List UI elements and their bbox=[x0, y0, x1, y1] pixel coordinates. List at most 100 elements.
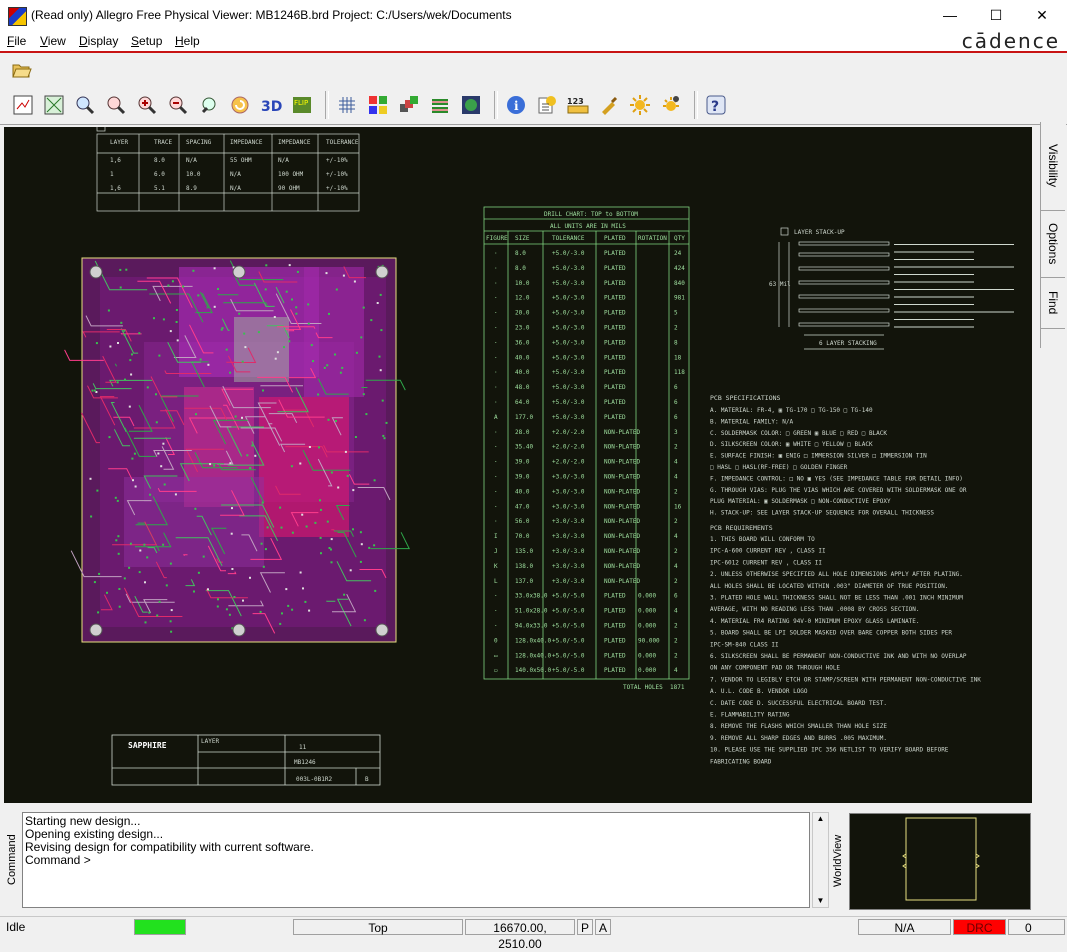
board-pad bbox=[340, 372, 342, 374]
drc-indicator[interactable]: DRC bbox=[953, 919, 1006, 935]
board-pad bbox=[197, 294, 199, 296]
drill-cell: +2.0/-2.0 bbox=[552, 444, 585, 451]
board-pad bbox=[343, 594, 345, 596]
tab-options[interactable]: Options bbox=[1041, 211, 1065, 278]
tab-find[interactable]: Find bbox=[1041, 278, 1065, 329]
stack-icon[interactable] bbox=[427, 92, 453, 118]
board-pad bbox=[170, 330, 172, 332]
board-pad bbox=[120, 322, 122, 324]
properties-icon[interactable] bbox=[534, 92, 560, 118]
scroll-down-icon[interactable]: ▼ bbox=[813, 895, 828, 907]
3d-view-icon[interactable]: 3D bbox=[258, 92, 284, 118]
board-pad bbox=[130, 374, 132, 376]
refresh-icon[interactable] bbox=[227, 92, 253, 118]
zoom-window-icon[interactable] bbox=[72, 92, 98, 118]
open-icon[interactable] bbox=[9, 57, 35, 83]
board-pad bbox=[246, 454, 248, 456]
board-pad bbox=[380, 329, 382, 331]
board-pad bbox=[331, 472, 333, 474]
command-pane: Command Starting new design... Opening e… bbox=[4, 811, 830, 910]
absolute-button[interactable]: A bbox=[595, 919, 611, 935]
board-pad bbox=[96, 342, 98, 344]
help-icon[interactable]: ? bbox=[703, 92, 729, 118]
board-pad bbox=[138, 332, 140, 334]
worldview-viewport[interactable] bbox=[906, 818, 976, 900]
board-pad bbox=[335, 420, 337, 422]
close-button[interactable]: ✕ bbox=[1019, 0, 1065, 31]
cadence-logo: cādence bbox=[962, 29, 1060, 53]
pick-button[interactable]: P bbox=[577, 919, 593, 935]
drill-cell: 2 bbox=[674, 488, 678, 495]
side-panel-tabs: Visibility Options Find bbox=[1040, 122, 1066, 348]
pcb-board[interactable] bbox=[65, 258, 410, 642]
pcb-spec-line: B. MATERIAL FAMILY: N/A bbox=[710, 418, 793, 425]
zoom-fit-icon[interactable] bbox=[10, 92, 36, 118]
pcb-requirement-line: IPC-SM-840 CLASS II bbox=[710, 641, 779, 648]
drill-header: QTY bbox=[674, 235, 685, 242]
console-scrollbar[interactable]: ▲ ▼ bbox=[812, 812, 829, 908]
board-pad bbox=[261, 543, 263, 545]
menu-help[interactable]: Help bbox=[175, 34, 200, 48]
board-pad bbox=[192, 270, 194, 272]
color-icon[interactable] bbox=[365, 92, 391, 118]
menu-file[interactable]: File bbox=[7, 34, 26, 48]
command-prompt[interactable]: Command > bbox=[25, 854, 809, 867]
zoom-world-icon[interactable] bbox=[41, 92, 67, 118]
drill-cell: 16 bbox=[674, 503, 682, 510]
board-pad bbox=[170, 620, 172, 622]
redraw-icon[interactable] bbox=[196, 92, 222, 118]
design-canvas[interactable]: LAYERTRACESPACINGIMPEDANCEIMPEDANCETOLER… bbox=[4, 127, 1032, 803]
drill-cell: 4 bbox=[674, 459, 678, 466]
board-pad bbox=[285, 588, 287, 590]
board-pad bbox=[384, 437, 386, 439]
minimize-button[interactable]: — bbox=[927, 0, 973, 31]
board-pad bbox=[235, 416, 237, 418]
board-pad bbox=[135, 486, 137, 488]
drill-cell: +5.0/-3.0 bbox=[552, 339, 585, 346]
app-icon bbox=[8, 7, 27, 26]
stackup-layer-label bbox=[894, 297, 974, 298]
info-icon[interactable]: i bbox=[503, 92, 529, 118]
board-pad bbox=[158, 355, 160, 357]
drill-cell: +3.0/-3.0 bbox=[552, 563, 585, 570]
layers-icon[interactable] bbox=[396, 92, 422, 118]
menu-display[interactable]: Display bbox=[79, 34, 118, 48]
menu-view[interactable]: View bbox=[40, 34, 66, 48]
board-pad bbox=[157, 453, 159, 455]
highlight-icon[interactable] bbox=[596, 92, 622, 118]
brightness-icon[interactable] bbox=[627, 92, 653, 118]
board-pad bbox=[380, 294, 382, 296]
status-state: Idle bbox=[2, 919, 132, 935]
menu-setup[interactable]: Setup bbox=[131, 34, 162, 48]
board-pad bbox=[207, 588, 209, 590]
drill-cell: 39.0 bbox=[515, 459, 530, 466]
drill-cell: 47.0 bbox=[515, 503, 530, 510]
drill-cell: +3.0/-3.0 bbox=[552, 548, 585, 555]
tab-visibility[interactable]: Visibility bbox=[1041, 122, 1065, 211]
dim-icon[interactable] bbox=[658, 92, 684, 118]
board-pad bbox=[176, 321, 178, 323]
drill-cell: PLATED bbox=[604, 250, 626, 257]
svg-text:123: 123 bbox=[567, 97, 584, 106]
board-pad bbox=[124, 379, 126, 381]
drill-cell: PLATED bbox=[604, 399, 626, 406]
board-pad bbox=[360, 531, 362, 533]
zoom-out-icon[interactable] bbox=[165, 92, 191, 118]
status-active-layer[interactable]: Top bbox=[293, 919, 463, 935]
zoom-in-icon[interactable] bbox=[134, 92, 160, 118]
pcb-requirement-line: 10. PLEASE USE THE SUPPLIED IPC 356 NETL… bbox=[710, 747, 949, 754]
board-pad bbox=[341, 367, 343, 369]
measure-icon[interactable]: 123 bbox=[565, 92, 591, 118]
flip-icon[interactable]: FLIP bbox=[289, 92, 315, 118]
world-icon[interactable] bbox=[458, 92, 484, 118]
maximize-button[interactable]: ☐ bbox=[973, 0, 1019, 31]
toolbar-separator bbox=[494, 91, 498, 119]
zoom-previous-icon[interactable] bbox=[103, 92, 129, 118]
board-pad bbox=[354, 281, 356, 283]
scroll-up-icon[interactable]: ▲ bbox=[813, 813, 828, 825]
world-view[interactable] bbox=[849, 813, 1031, 910]
command-console[interactable]: Starting new design... Opening existing … bbox=[22, 812, 810, 908]
grid-icon[interactable] bbox=[334, 92, 360, 118]
board-pad bbox=[360, 561, 362, 563]
drill-cell: +5.0/-3.0 bbox=[552, 369, 585, 376]
